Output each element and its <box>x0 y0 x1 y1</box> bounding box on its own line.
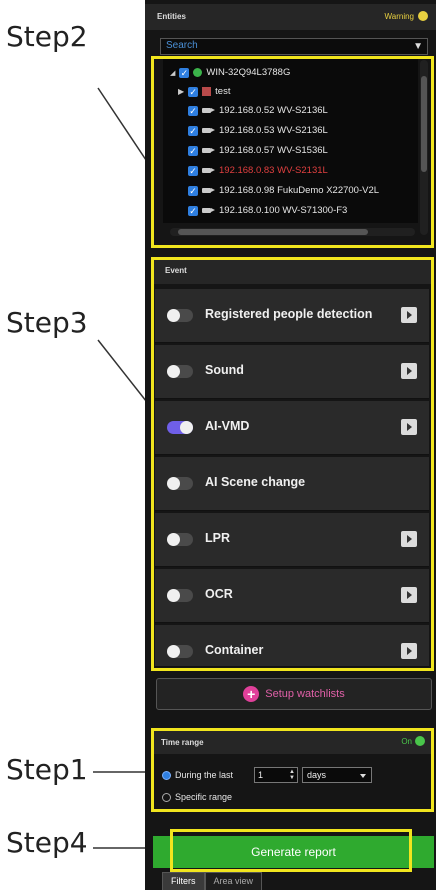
tab-area-view[interactable]: Area view <box>204 872 263 890</box>
step3-label: Step3 <box>6 306 88 339</box>
warning-indicator[interactable]: Warning <box>384 11 428 21</box>
setup-watchlists-label: Setup watchlists <box>265 688 345 700</box>
step1-highlight-box <box>151 728 434 812</box>
step2-label: Step2 <box>6 20 88 53</box>
plus-icon: + <box>243 686 260 702</box>
entities-search-input[interactable]: Search ▼ <box>160 38 428 55</box>
setup-watchlists-button[interactable]: + Setup watchlists <box>156 678 432 710</box>
entities-header: Entities Warning <box>145 4 436 30</box>
filter-funnel-icon[interactable]: ▼ <box>413 41 423 52</box>
step4-label: Step4 <box>6 826 88 859</box>
step4-highlight-box <box>170 829 412 872</box>
warning-dot-icon <box>418 11 428 21</box>
step1-label: Step1 <box>6 753 88 786</box>
step3-highlight-box <box>151 257 434 671</box>
tab-filters[interactable]: Filters <box>162 872 205 890</box>
step2-highlight-box <box>151 56 434 248</box>
warning-label: Warning <box>384 11 415 21</box>
bottom-tabs: Filters Area view <box>162 872 263 890</box>
search-placeholder: Search <box>166 40 198 51</box>
entities-title: Entities <box>157 12 186 21</box>
